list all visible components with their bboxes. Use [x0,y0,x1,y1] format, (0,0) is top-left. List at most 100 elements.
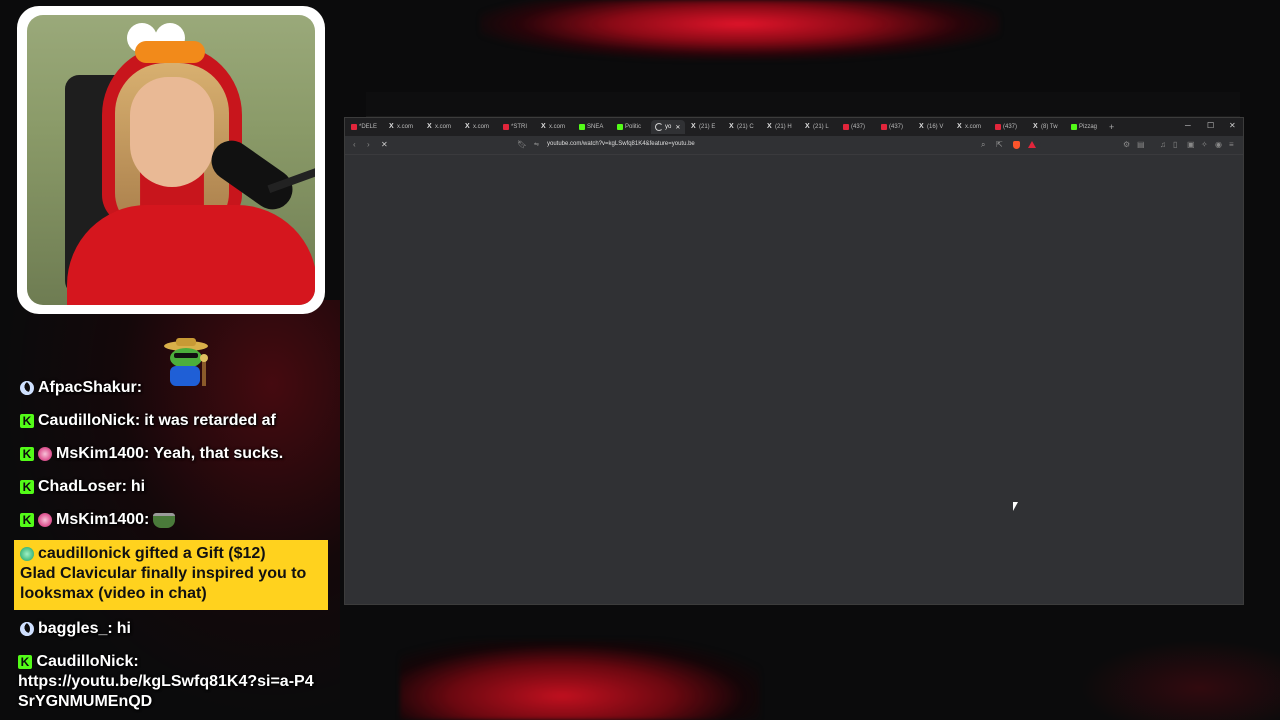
chat-username[interactable]: baggles_: [38,619,113,639]
page-content-loading [345,155,1243,604]
brave-rewards-icon[interactable] [1028,141,1036,148]
background-nebula-top [480,0,1000,60]
tab-title: SNEA [587,124,604,130]
tab-strip: *DELE Xx.com Xx.com Xx.com *STRI Xx.com SNEA Po… [345,118,1243,136]
media-icon[interactable]: ♫ [1160,140,1166,149]
chat-link[interactable]: https://youtu.be/kgLSwfq81K4?si=a-P4SrYG… [18,673,314,710]
address-bar[interactable]: 🔖︎ ⇋ youtube.com/watch?v=kgLSwfq81K4&fea… [515,138,1041,152]
browser-toolbar: ‹ › ✕ 🔖︎ ⇋ youtube.com/watch?v=kgLSwfq81… [345,136,1243,155]
kick-icon [579,124,585,130]
chat-text: Yeah, that sucks. [153,445,284,462]
tab-title: Politic [625,124,642,130]
menu-icon[interactable]: ≡ [1229,140,1234,149]
browser-tab[interactable]: Xx.com [385,120,421,134]
minimize-icon[interactable]: ─ [1185,121,1191,130]
chat-username[interactable]: CaudilloNick: [38,411,140,431]
wallet-icon[interactable]: ▣ [1187,140,1195,149]
chat-username[interactable]: AfpacShakur: [38,378,142,398]
subscriber-badge-icon [38,447,52,461]
vpn-icon[interactable]: ◉ [1215,140,1222,149]
chat-username[interactable]: ChadLoser: [38,477,127,497]
close-window-icon[interactable]: ✕ [1229,121,1236,130]
chat-username[interactable]: MsKim1400: [56,510,149,530]
site-info-icon[interactable]: ⇋ [534,141,539,148]
kick-badge-icon: K [20,480,34,494]
subscriber-badge-icon [38,513,52,527]
gift-message: Glad Clavicular finally inspired you to … [20,565,307,602]
leo-ai-icon[interactable]: ✧ [1201,140,1208,149]
chat-username[interactable]: CaudilloNick: [36,653,138,670]
browser-tab[interactable]: X (16) V [915,120,951,134]
tab-title: (437) [851,124,866,130]
browser-tab[interactable]: Politic [613,120,649,134]
chat-username[interactable]: MsKim1400: [56,444,149,464]
browser-tab[interactable]: Xx.com [461,120,497,134]
zoom-icon[interactable]: ⌕ [981,140,985,150]
loading-icon [655,123,663,131]
x-icon: X [465,123,470,130]
webcam-feed [27,15,315,305]
browser-tab[interactable]: X (8) Tw [1029,120,1065,134]
boat-emote-icon [153,512,176,528]
kick-badge-icon: K [20,513,34,527]
reading-list-icon[interactable]: ▤ [1137,140,1145,149]
browser-tab[interactable]: Xx.com [537,120,573,134]
tab-title: x.com [965,124,982,130]
tab-title: (437) [889,124,904,130]
extension-icon[interactable]: ⚙ [1123,140,1130,149]
stop-loading-icon[interactable]: ✕ [381,140,388,149]
x-icon: X [389,123,394,130]
browser-tab[interactable]: X (21) E [687,120,723,134]
x-icon: X [691,123,696,130]
x-icon: X [957,123,962,130]
browser-tab[interactable]: *STRI [499,120,535,134]
browser-tab[interactable]: (437) [991,120,1027,134]
chat-message: K MsKim1400: [20,510,176,530]
brave-shields-icon[interactable] [1013,141,1020,149]
maximize-icon[interactable]: ☐ [1207,121,1214,130]
browser-tab[interactable]: *DELE [347,120,383,134]
sidebar-icon[interactable]: ▯ [1173,140,1177,149]
new-tab-icon[interactable]: + [1109,122,1114,132]
moon-badge-icon [20,381,34,395]
tab-title: x.com [549,124,566,130]
chat-message: AfpacShakur: [20,378,142,398]
youtube-icon [503,124,509,130]
browser-tab[interactable]: Xx.com [423,120,459,134]
browser-tab[interactable]: X (21) H [763,120,799,134]
forward-icon[interactable]: › [367,140,370,149]
browser-tab[interactable]: X (21) L [801,120,837,134]
share-icon[interactable]: ⇱ [996,140,1003,149]
browser-tab[interactable]: (437) [877,120,913,134]
tab-title: (21) H [775,124,792,130]
browser-tab[interactable]: Pizzag [1067,120,1103,134]
tab-title: yo [665,124,672,130]
kick-badge-icon: K [18,655,32,669]
tab-title: (16) V [927,124,944,130]
tab-title: (8) Tw [1041,124,1058,130]
tab-title: *STRI [511,124,528,130]
browser-tab[interactable]: Xx.com [953,120,989,134]
youtube-icon [843,124,849,130]
browser-tab[interactable]: yo ✕ [651,120,685,134]
capture-top-bar [366,92,1240,117]
chat-message: K MsKim1400: Yeah, that sucks. [20,444,283,464]
x-icon: X [427,123,432,130]
chat-message: K CaudilloNick: it was retarded af [20,411,276,431]
url-text[interactable]: youtube.com/watch?v=kgLSwfq81K4&feature=… [547,141,695,147]
x-icon: X [805,123,810,130]
browser-tab[interactable]: SNEA [575,120,611,134]
browser-window: *DELE Xx.com Xx.com Xx.com *STRI Xx.com SNEA Po… [344,117,1244,605]
back-icon[interactable]: ‹ [353,140,356,149]
chat-text: it was retarded af [144,412,276,429]
chat-message: baggles_: hi [20,619,131,639]
close-tab-icon[interactable]: ✕ [675,124,680,131]
gift-title: caudillonick gifted a Gift ($12) [38,545,266,562]
browser-tab[interactable]: X (21) C [725,120,761,134]
tab-title: (21) E [699,124,716,130]
browser-tab[interactable]: (437) [839,120,875,134]
bookmark-icon[interactable]: 🔖︎ [517,140,527,149]
kick-badge-icon: K [20,447,34,461]
tab-title: *DELE [359,124,378,130]
chat-text: hi [116,620,131,637]
